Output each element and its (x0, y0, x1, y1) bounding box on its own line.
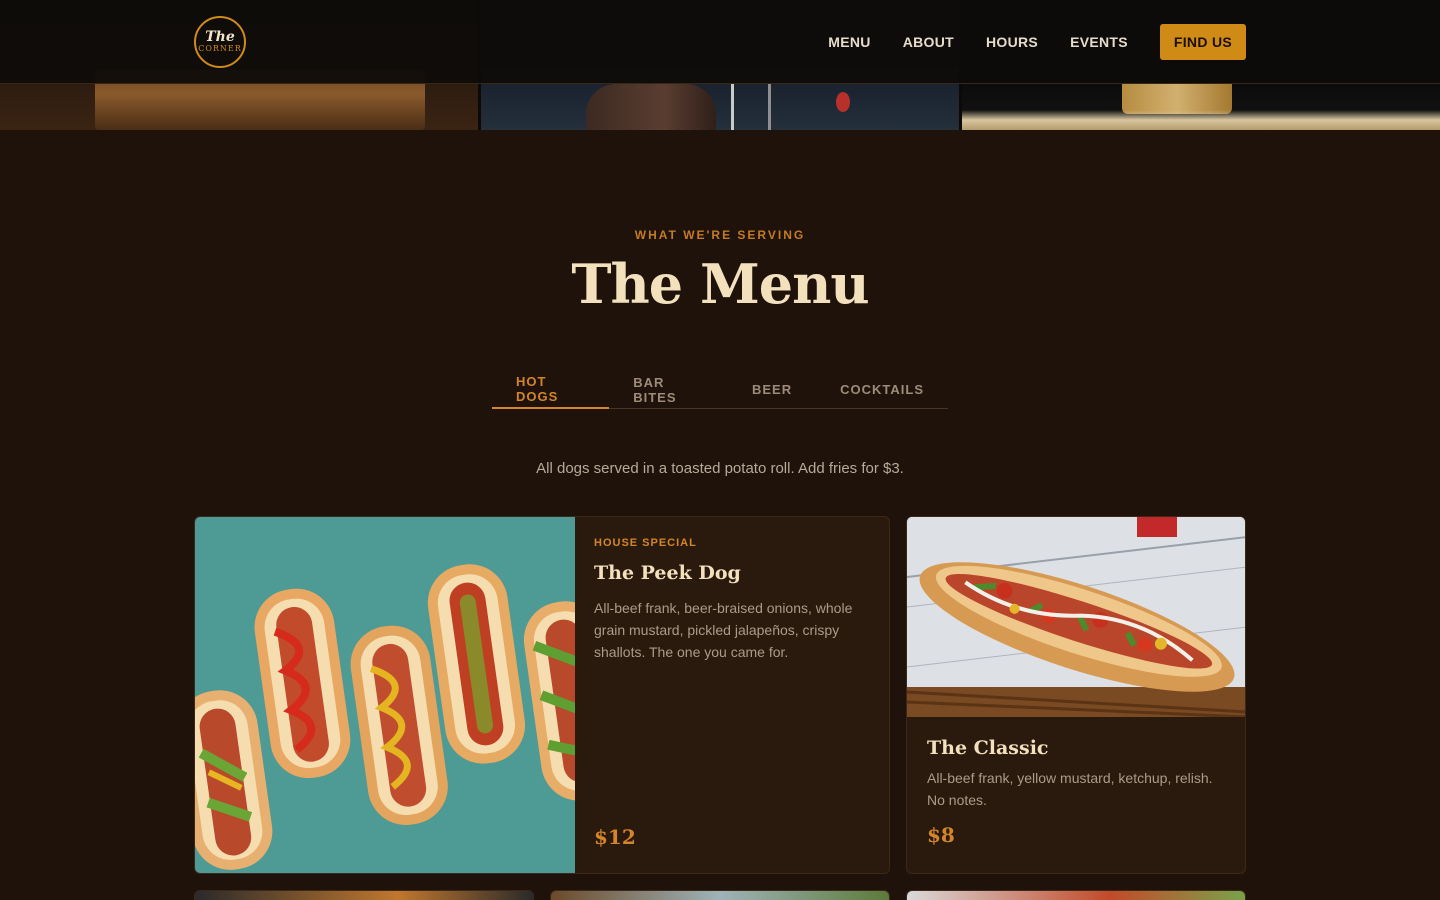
top-navbar: The CORNER MENU ABOUT HOURS EVENTS FIND … (0, 0, 1440, 84)
item-description: All-beef frank, yellow mustard, ketchup,… (927, 770, 1213, 808)
house-special-badge: HOUSE SPECIAL (594, 537, 697, 549)
main-nav: MENU ABOUT HOURS EVENTS FIND US (828, 24, 1246, 60)
tab-cocktails[interactable]: COCKTAILS (816, 370, 948, 409)
logo-text-bottom: CORNER (198, 44, 242, 53)
item-price: $12 (594, 825, 636, 849)
nav-link-about[interactable]: ABOUT (903, 34, 954, 50)
item-price: $8 (927, 823, 955, 847)
menu-card-next-1[interactable] (194, 890, 534, 900)
site-logo[interactable]: The CORNER (194, 16, 246, 68)
menu-note: All dogs served in a toasted potato roll… (536, 460, 904, 477)
menu-card-next-2[interactable] (550, 890, 890, 900)
tab-hot-dogs[interactable]: HOT DOGS (492, 370, 610, 409)
card-image (551, 891, 889, 900)
cherry-image (836, 92, 850, 112)
menu-eyebrow: WHAT WE'RE SERVING (634, 228, 806, 242)
card-body: HOUSE SPECIAL The Peek Dog All-beef fran… (594, 517, 869, 873)
logo-text-top: The (205, 29, 235, 45)
menu-card-next-3[interactable] (906, 890, 1246, 900)
card-image (195, 891, 533, 900)
menu-tabs: HOT DOGS BAR BITES BEER COCKTAILS (492, 370, 948, 409)
beer-foam-image (962, 110, 1440, 130)
hand-image (586, 84, 716, 130)
menu-card-classic[interactable]: The Classic All-beef frank, yellow musta… (906, 516, 1246, 874)
glass-image (731, 84, 771, 130)
tab-bar-bites[interactable]: BAR BITES (609, 370, 728, 409)
menu-card-peek-dog[interactable]: HOUSE SPECIAL The Peek Dog All-beef fran… (194, 516, 890, 874)
nav-link-menu[interactable]: MENU (828, 34, 870, 50)
card-body: The Classic All-beef frank, yellow musta… (927, 717, 1225, 873)
card-image (907, 891, 1245, 900)
hot-dogs-illustration (195, 564, 622, 870)
tab-beer[interactable]: BEER (728, 370, 816, 409)
menu-title: The Menu (571, 252, 869, 316)
nav-link-events[interactable]: EVENTS (1070, 34, 1128, 50)
item-name: The Classic (927, 737, 1049, 759)
loaded-hot-dog-illustration (907, 517, 1245, 719)
hot-dogs-row-image (195, 517, 622, 873)
find-us-button[interactable]: FIND US (1159, 24, 1246, 60)
nav-link-hours[interactable]: HOURS (986, 34, 1038, 50)
loaded-hot-dog-image (907, 517, 1245, 719)
item-description: All-beef frank, beer-braised onions, who… (594, 600, 853, 660)
item-name: The Peek Dog (594, 562, 741, 584)
